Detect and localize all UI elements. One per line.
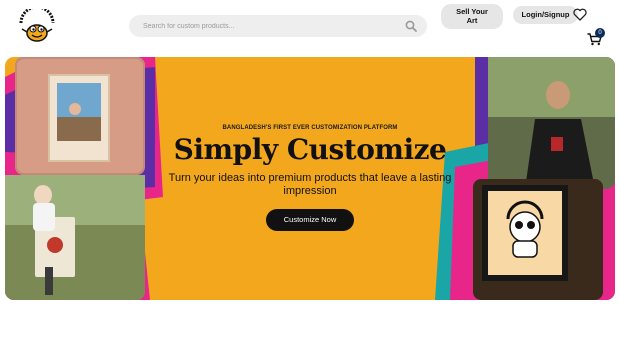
- logo-mascot-icon: [19, 5, 55, 42]
- login-signup-button[interactable]: Login/Signup: [513, 6, 578, 24]
- site-logo[interactable]: [16, 5, 58, 43]
- sell-label-line2: Art: [466, 16, 478, 25]
- sell-label-line1: Sell Your: [456, 7, 488, 16]
- cart-count-badge: 0: [595, 28, 605, 38]
- search-icon[interactable]: [405, 20, 417, 32]
- heart-icon[interactable]: [573, 8, 587, 21]
- hero-tagline: BANGLADESH'S FIRST EVER CUSTOMIZATION PL…: [222, 125, 398, 131]
- sell-your-art-button[interactable]: Sell Your Art: [441, 4, 503, 29]
- page: Sell Your Art Login/Signup 0: [0, 0, 620, 343]
- hero-title: Simply Customize: [173, 133, 447, 166]
- hero-banner: BANGLADESH'S FIRST EVER CUSTOMIZATION PL…: [5, 57, 615, 300]
- customize-now-button[interactable]: Customize Now: [266, 209, 354, 231]
- hero-subtitle: Turn your ideas into premium products th…: [168, 172, 452, 197]
- search-bar[interactable]: [129, 15, 427, 37]
- search-input[interactable]: [143, 22, 393, 30]
